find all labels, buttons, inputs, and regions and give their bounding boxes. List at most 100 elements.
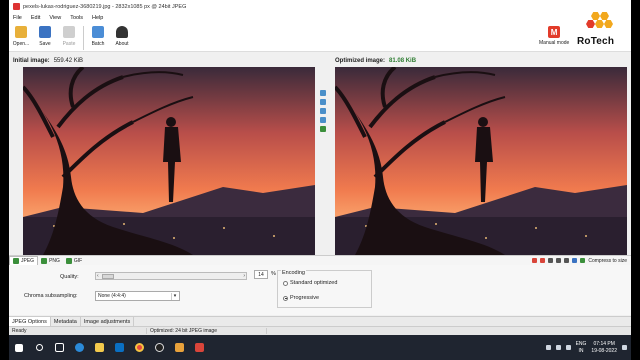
app-icon-2[interactable]: [189, 338, 209, 358]
png-icon: [41, 257, 48, 264]
crop-icon[interactable]: [556, 258, 562, 263]
color-icon[interactable]: [572, 258, 578, 263]
rotate-left-icon[interactable]: [532, 258, 538, 263]
system-tray: ENG IN 07:14 PM 19-08-2022: [545, 341, 631, 355]
chroma-label: Chroma subsampling:: [24, 293, 78, 299]
encoding-legend: Encoding: [281, 270, 306, 276]
slider-right-arrow-icon[interactable]: ›: [243, 273, 245, 279]
open-folder-icon: [15, 26, 27, 38]
sync-icon[interactable]: [320, 126, 326, 132]
about-button[interactable]: About: [112, 23, 132, 51]
zoom-out-icon[interactable]: [320, 99, 326, 105]
chroma-subsampling-select[interactable]: None (4:4:4) ▾: [95, 291, 180, 301]
actual-size-icon[interactable]: [320, 117, 326, 123]
save-disk-icon: [39, 26, 51, 38]
menu-file[interactable]: File: [13, 15, 22, 21]
manual-mode-label: Manual mode: [539, 40, 570, 46]
clock[interactable]: 07:14 PM 19-08-2022: [591, 341, 617, 355]
language-indicator[interactable]: ENG IN: [576, 341, 587, 355]
menu-view[interactable]: View: [49, 15, 61, 21]
initial-image-preview[interactable]: [23, 67, 315, 255]
quality-input[interactable]: 14: [254, 270, 268, 279]
jpeg-icon: [13, 258, 19, 264]
fit-icon[interactable]: [320, 108, 326, 114]
rotate-right-icon[interactable]: [540, 258, 546, 263]
logo-hex-2: [600, 12, 609, 20]
task-view-icon[interactable]: [49, 338, 69, 358]
paste-icon: [63, 26, 75, 38]
optimized-image-header: Optimized image: 81.08 KiB: [335, 55, 416, 66]
initial-label: Initial image:: [13, 57, 50, 64]
logo-hex-5: [604, 20, 613, 28]
tab-gif[interactable]: GIF: [63, 256, 85, 266]
initial-photo: [23, 67, 315, 255]
tray-up-arrow-icon[interactable]: [545, 345, 551, 350]
logo-hex-1: [591, 12, 600, 20]
search-icon[interactable]: [29, 338, 49, 358]
tab-jpeg[interactable]: JPEG: [9, 255, 39, 266]
tab-png[interactable]: PNG: [38, 256, 63, 266]
quality-slider-thumb[interactable]: [102, 274, 114, 279]
toolbar-divider: [83, 26, 84, 50]
menu-edit[interactable]: Edit: [31, 15, 40, 21]
batch-button[interactable]: Batch: [88, 23, 108, 51]
toolbar: Open... Save Paste Batch About: [9, 23, 631, 52]
obs-icon[interactable]: [149, 338, 169, 358]
about-person-icon: [116, 26, 128, 38]
options-tabs: JPEG Options Metadata Image adjustments: [9, 316, 631, 327]
file-explorer-icon[interactable]: [89, 338, 109, 358]
quality-unit: %: [271, 271, 276, 277]
optimized-photo: [335, 67, 627, 255]
save-button[interactable]: Save: [35, 23, 55, 51]
status-bar: Ready Optimized: 24 bit JPEG image: [9, 326, 631, 335]
radio-circle-selected: [283, 295, 288, 301]
resize-icon[interactable]: [564, 258, 570, 263]
manual-mode-button[interactable]: M Manual mode: [539, 26, 569, 46]
gif-icon: [65, 257, 72, 264]
chrome-icon[interactable]: [129, 338, 149, 358]
compress-to-size-button[interactable]: Compress to size: [588, 258, 627, 264]
zoom-in-icon[interactable]: [320, 90, 326, 96]
open-button[interactable]: Open...: [11, 23, 31, 51]
initial-size: 559.42 KiB: [53, 57, 84, 64]
standard-optimized-radio[interactable]: Standard optimized: [283, 280, 337, 286]
compress-to-size-icon: [580, 258, 586, 263]
logo-hex-3: [586, 20, 595, 28]
chroma-value: None (4:4:4): [98, 293, 126, 299]
format-tabs-bar: JPEG PNG GIF Compress to size: [9, 255, 631, 266]
notification-icon[interactable]: [622, 345, 627, 350]
brand-name: RoTech: [577, 36, 615, 47]
encoding-group: Encoding Standard optimized Progressive: [277, 270, 372, 308]
quality-label: Quality:: [60, 274, 79, 280]
windows-taskbar: ENG IN 07:14 PM 19-08-2022: [9, 335, 631, 360]
progressive-radio[interactable]: Progressive: [283, 295, 319, 301]
rotech-logo: RoTech: [575, 10, 629, 50]
slider-left-arrow-icon[interactable]: ‹: [97, 273, 99, 279]
menu-bar: File Edit View Tools Help: [9, 13, 631, 23]
batch-icon: [92, 26, 104, 38]
app-icon[interactable]: [169, 338, 189, 358]
store-icon[interactable]: [109, 338, 129, 358]
radio-circle: [283, 280, 288, 286]
menu-tools[interactable]: Tools: [70, 15, 83, 21]
menu-help[interactable]: Help: [92, 15, 103, 21]
compare-tools: [318, 90, 328, 132]
optimized-image-preview[interactable]: [335, 67, 627, 255]
status-right: Optimized: 24 bit JPEG image: [147, 328, 267, 334]
windows-start-icon[interactable]: [9, 338, 29, 358]
initial-image-header: Initial image: 559.42 KiB: [13, 55, 83, 66]
quality-slider[interactable]: ‹ ›: [95, 272, 247, 280]
title-bar: pexels-lukas-rodriguez-3680219.jpg - 283…: [9, 0, 631, 13]
edge-icon[interactable]: [69, 338, 89, 358]
network-icon[interactable]: [555, 345, 561, 350]
app-logo-icon: [13, 3, 20, 10]
paste-button[interactable]: Paste: [59, 23, 79, 51]
optimized-label: Optimized image:: [335, 57, 386, 64]
edit-tools: Compress to size: [532, 258, 631, 264]
volume-icon[interactable]: [565, 345, 571, 350]
optimized-size: 81.08 KiB: [389, 57, 417, 64]
manual-mode-badge: M: [548, 26, 561, 38]
flip-icon[interactable]: [548, 258, 554, 263]
logo-hex-4: [595, 20, 604, 28]
app-window: pexels-lukas-rodriguez-3680219.jpg - 283…: [9, 0, 631, 360]
